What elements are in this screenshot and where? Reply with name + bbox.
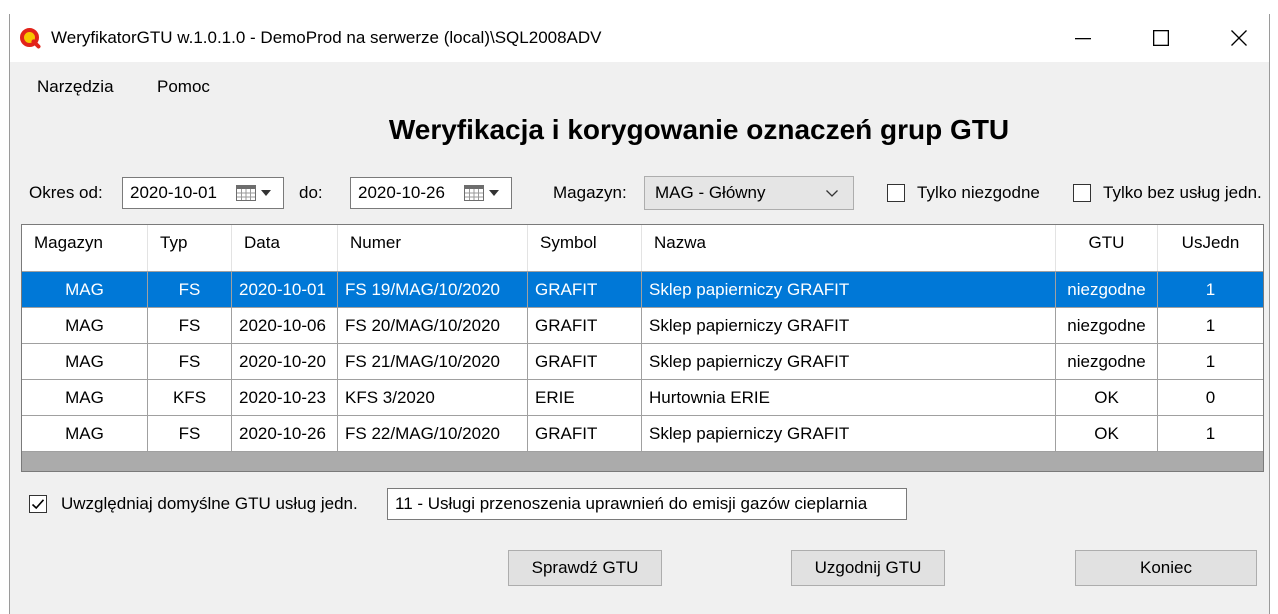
checkbox-box[interactable]: [29, 495, 47, 513]
data-grid[interactable]: Magazyn Typ Data Numer Symbol Nazwa GTU …: [21, 224, 1264, 472]
calendar-icon[interactable]: [236, 185, 256, 201]
exit-button[interactable]: Koniec: [1075, 550, 1257, 586]
default-gtu-field[interactable]: 11 - Usługi przenoszenia uprawnień do em…: [387, 488, 907, 520]
cell-gtu[interactable]: OK: [1056, 380, 1158, 415]
cell-data[interactable]: 2020-10-20: [232, 344, 338, 379]
cell-typ[interactable]: FS: [148, 416, 232, 451]
page-title: Weryfikacja i korygowanie oznaczeń grup …: [388, 114, 1010, 145]
close-icon: [1231, 30, 1247, 46]
menu-item-pomoc[interactable]: Pomoc: [148, 72, 219, 102]
title-bar[interactable]: WeryfikatorGTU w.1.0.1.0 - DemoProd na s…: [10, 14, 1269, 62]
cell-usjedn[interactable]: 1: [1158, 308, 1263, 343]
cell-symbol[interactable]: GRAFIT: [528, 344, 642, 379]
cell-gtu[interactable]: niezgodne: [1056, 344, 1158, 379]
checkbox-box[interactable]: [1073, 184, 1091, 202]
cell-typ[interactable]: FS: [148, 308, 232, 343]
minimize-icon: [1075, 38, 1091, 40]
only-without-services-label: Tylko bez usług jedn.: [1103, 183, 1262, 202]
checkmark-icon: [31, 499, 45, 510]
menu-bar: Narzędzia Pomoc: [10, 66, 1269, 108]
cell-typ[interactable]: FS: [148, 272, 232, 307]
chevron-down-icon: [826, 190, 838, 197]
check-gtu-button[interactable]: Sprawdź GTU: [508, 550, 662, 586]
cell-magazyn[interactable]: MAG: [22, 344, 148, 379]
cell-numer[interactable]: KFS 3/2020: [338, 380, 528, 415]
cell-data[interactable]: 2020-10-06: [232, 308, 338, 343]
warehouse-select-value: MAG - Główny: [655, 183, 766, 202]
cell-magazyn[interactable]: MAG: [22, 416, 148, 451]
cell-magazyn[interactable]: MAG: [22, 380, 148, 415]
cell-usjedn[interactable]: 0: [1158, 380, 1263, 415]
column-header-typ[interactable]: Typ: [148, 225, 232, 271]
cell-gtu[interactable]: OK: [1056, 416, 1158, 451]
dropdown-arrow-icon[interactable]: [489, 190, 499, 196]
maximize-button[interactable]: [1131, 14, 1191, 62]
table-row[interactable]: MAG KFS 2020-10-23 KFS 3/2020 ERIE Hurto…: [22, 380, 1263, 416]
cell-typ[interactable]: KFS: [148, 380, 232, 415]
close-window-button[interactable]: [1209, 14, 1269, 62]
app-logo-icon: [19, 27, 41, 49]
column-header-symbol[interactable]: Symbol: [528, 225, 642, 271]
calendar-icon[interactable]: [464, 185, 484, 201]
warehouse-label: Magazyn:: [553, 183, 627, 202]
cell-numer[interactable]: FS 22/MAG/10/2020: [338, 416, 528, 451]
table-row[interactable]: MAG FS 2020-10-26 FS 22/MAG/10/2020 GRAF…: [22, 416, 1263, 452]
window-title: WeryfikatorGTU w.1.0.1.0 - DemoProd na s…: [51, 28, 602, 47]
cell-magazyn[interactable]: MAG: [22, 272, 148, 307]
cell-nazwa[interactable]: Sklep papierniczy GRAFIT: [642, 308, 1056, 343]
cell-typ[interactable]: FS: [148, 344, 232, 379]
table-row[interactable]: MAG FS 2020-10-20 FS 21/MAG/10/2020 GRAF…: [22, 344, 1263, 380]
cell-symbol[interactable]: GRAFIT: [528, 272, 642, 307]
cell-gtu[interactable]: niezgodne: [1056, 272, 1158, 307]
cell-symbol[interactable]: ERIE: [528, 380, 642, 415]
cell-symbol[interactable]: GRAFIT: [528, 308, 642, 343]
menu-item-narzedzia[interactable]: Narzędzia: [28, 72, 123, 102]
table-row[interactable]: MAG FS 2020-10-01 FS 19/MAG/10/2020 GRAF…: [22, 272, 1263, 308]
reconcile-gtu-button[interactable]: Uzgodnij GTU: [791, 550, 945, 586]
table-row[interactable]: MAG FS 2020-10-06 FS 20/MAG/10/2020 GRAF…: [22, 308, 1263, 344]
period-from-label: Okres od:: [29, 183, 103, 202]
cell-usjedn[interactable]: 1: [1158, 344, 1263, 379]
minimize-button[interactable]: [1053, 14, 1113, 62]
grid-empty-area: [22, 452, 1263, 471]
checkbox-box[interactable]: [887, 184, 905, 202]
cell-symbol[interactable]: GRAFIT: [528, 416, 642, 451]
period-from-value: 2020-10-01: [130, 183, 217, 202]
default-gtu-value: 11 - Usługi przenoszenia uprawnień do em…: [395, 494, 868, 513]
cell-usjedn[interactable]: 1: [1158, 272, 1263, 307]
cell-nazwa[interactable]: Sklep papierniczy GRAFIT: [642, 272, 1056, 307]
cell-data[interactable]: 2020-10-23: [232, 380, 338, 415]
cell-numer[interactable]: FS 19/MAG/10/2020: [338, 272, 528, 307]
period-to-value: 2020-10-26: [358, 183, 445, 202]
app-window: WeryfikatorGTU w.1.0.1.0 - DemoProd na s…: [9, 14, 1270, 614]
column-header-gtu[interactable]: GTU: [1056, 225, 1158, 271]
column-header-magazyn[interactable]: Magazyn: [22, 225, 148, 271]
cell-usjedn[interactable]: 1: [1158, 416, 1263, 451]
column-header-nazwa[interactable]: Nazwa: [642, 225, 1056, 271]
cell-nazwa[interactable]: Hurtownia ERIE: [642, 380, 1056, 415]
dropdown-arrow-icon[interactable]: [261, 190, 271, 196]
period-from-picker[interactable]: 2020-10-01: [122, 177, 284, 209]
cell-magazyn[interactable]: MAG: [22, 308, 148, 343]
cell-numer[interactable]: FS 20/MAG/10/2020: [338, 308, 528, 343]
cell-gtu[interactable]: niezgodne: [1056, 308, 1158, 343]
cell-nazwa[interactable]: Sklep papierniczy GRAFIT: [642, 344, 1056, 379]
period-to-picker[interactable]: 2020-10-26: [350, 177, 512, 209]
only-mismatched-label: Tylko niezgodne: [917, 183, 1040, 202]
column-header-usjedn[interactable]: UsJedn: [1158, 225, 1263, 271]
grid-header: Magazyn Typ Data Numer Symbol Nazwa GTU …: [22, 225, 1263, 272]
cell-data[interactable]: 2020-10-01: [232, 272, 338, 307]
maximize-icon: [1153, 30, 1169, 46]
column-header-numer[interactable]: Numer: [338, 225, 528, 271]
column-header-data[interactable]: Data: [232, 225, 338, 271]
include-default-gtu-label: Uwzględniaj domyślne GTU usług jedn.: [61, 494, 358, 513]
cell-nazwa[interactable]: Sklep papierniczy GRAFIT: [642, 416, 1056, 451]
cell-data[interactable]: 2020-10-26: [232, 416, 338, 451]
warehouse-select[interactable]: MAG - Główny: [644, 176, 854, 210]
period-to-label: do:: [299, 183, 323, 202]
cell-numer[interactable]: FS 21/MAG/10/2020: [338, 344, 528, 379]
